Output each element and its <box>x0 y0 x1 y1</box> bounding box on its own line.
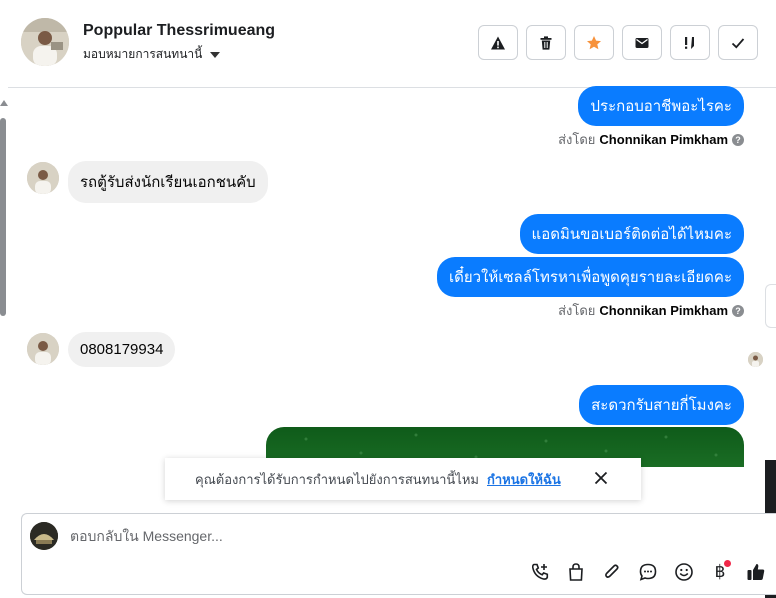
check-icon <box>731 37 745 49</box>
follow-up-button[interactable] <box>670 25 710 60</box>
contact-name[interactable]: Poppular Thessrimueang <box>83 22 275 40</box>
incoming-message[interactable]: 0808179934 <box>68 332 176 367</box>
outgoing-message[interactable]: แอดมินขอเบอร์ติดต่อได้ไหมคะ <box>519 214 744 254</box>
composer-tools: ฿ <box>528 560 768 584</box>
read-receipt-avatar <box>748 352 763 367</box>
page-avatar <box>30 522 58 550</box>
notification-dot <box>724 560 731 567</box>
important-icon <box>685 36 694 49</box>
contact-avatar-small[interactable] <box>27 333 59 365</box>
reply-composer: ฿ <box>21 513 776 595</box>
conversation-actions <box>478 25 758 60</box>
alert-icon <box>491 36 505 49</box>
outgoing-message[interactable]: สะดวกรับสายกี่โมงคะ <box>579 385 744 425</box>
contact-avatar[interactable] <box>21 18 69 66</box>
paperclip-icon <box>605 564 619 578</box>
sent-by-label: ส่งโดย Chonnikan Pimkham ? <box>558 300 744 321</box>
mark-done-button[interactable] <box>718 25 758 60</box>
payment-button[interactable]: ฿ <box>708 560 732 584</box>
call-button[interactable] <box>528 560 552 584</box>
attach-button[interactable] <box>600 560 624 584</box>
help-icon[interactable]: ? <box>732 133 744 146</box>
shop-button[interactable] <box>564 560 588 584</box>
notice-text: คุณต้องการได้รับการกำหนดไปยังการสนทนานี้… <box>195 471 479 487</box>
close-icon[interactable] <box>593 470 609 486</box>
left-scrollbar[interactable] <box>0 118 6 316</box>
star-button[interactable] <box>574 25 614 60</box>
reply-input[interactable] <box>70 528 670 544</box>
outgoing-message[interactable]: เดี๋ยวให้เซลล์โทรหาเพื่อพูดคุยรายละเอียด… <box>436 257 744 297</box>
assign-label: มอบหมายการสนทนานี้ <box>83 47 203 61</box>
conversation-header: Poppular Thessrimueang มอบหมายการสนทนานี… <box>8 0 776 88</box>
star-icon <box>587 35 601 49</box>
incoming-message[interactable]: รถตู้รับส่งนักเรียนเอกชนคับ <box>68 161 268 203</box>
mail-icon <box>635 37 649 48</box>
phone-plus-icon <box>531 563 549 580</box>
assign-notice: คุณต้องการได้รับการกำหนดไปยังการสนทนานี้… <box>165 458 641 500</box>
smiley-icon <box>675 563 693 581</box>
assign-to-me-link[interactable]: กำหนดให้ฉัน <box>487 469 561 490</box>
chat-bubble-icon <box>639 563 657 581</box>
side-panel-tab[interactable] <box>765 284 776 328</box>
like-button[interactable] <box>744 560 768 584</box>
caret-down-icon <box>210 51 221 58</box>
scroll-up-arrow[interactable] <box>0 100 8 106</box>
sender-name: Chonnikan Pimkham <box>599 303 728 318</box>
delete-button[interactable] <box>526 25 566 60</box>
saved-replies-button[interactable] <box>636 560 660 584</box>
shopping-bag-icon <box>569 563 583 581</box>
trash-icon <box>540 35 552 50</box>
emoji-button[interactable] <box>672 560 696 584</box>
sent-by-label: ส่งโดย Chonnikan Pimkham ? <box>558 129 744 150</box>
mark-unread-button[interactable] <box>622 25 662 60</box>
mark-spam-button[interactable] <box>478 25 518 60</box>
sender-name: Chonnikan Pimkham <box>599 132 728 147</box>
help-icon[interactable]: ? <box>732 304 744 317</box>
outgoing-message[interactable]: ประกอบอาชีพอะไรคะ <box>578 86 744 126</box>
contact-avatar-small[interactable] <box>27 162 59 194</box>
thumbs-up-icon <box>747 564 765 580</box>
assign-conversation-dropdown[interactable]: มอบหมายการสนทนานี้ <box>83 45 221 64</box>
